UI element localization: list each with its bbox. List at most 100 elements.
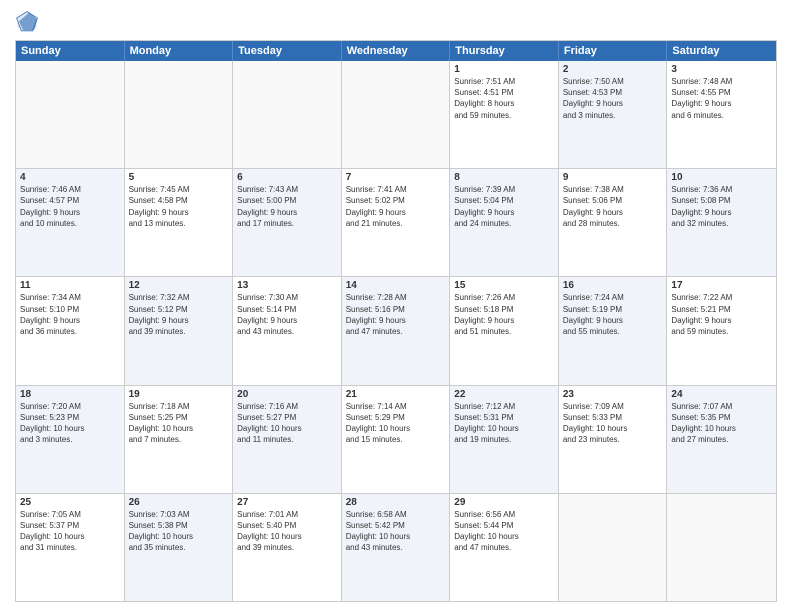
calendar-row: 11Sunrise: 7:34 AMSunset: 5:10 PMDayligh… — [16, 276, 776, 384]
calendar-row: 1Sunrise: 7:51 AMSunset: 4:51 PMDaylight… — [16, 61, 776, 168]
calendar-cell: 26Sunrise: 7:03 AMSunset: 5:38 PMDayligh… — [125, 494, 234, 601]
day-number: 28 — [346, 497, 446, 508]
page: SundayMondayTuesdayWednesdayThursdayFrid… — [0, 0, 792, 612]
calendar-cell — [342, 61, 451, 168]
day-number: 17 — [671, 280, 772, 291]
calendar-cell — [16, 61, 125, 168]
cell-details: Sunrise: 7:36 AMSunset: 5:08 PMDaylight:… — [671, 184, 772, 229]
cell-details: Sunrise: 7:28 AMSunset: 5:16 PMDaylight:… — [346, 292, 446, 337]
day-number: 5 — [129, 172, 229, 183]
day-number: 29 — [454, 497, 554, 508]
cell-details: Sunrise: 7:14 AMSunset: 5:29 PMDaylight:… — [346, 401, 446, 446]
calendar-cell: 10Sunrise: 7:36 AMSunset: 5:08 PMDayligh… — [667, 169, 776, 276]
calendar-row: 25Sunrise: 7:05 AMSunset: 5:37 PMDayligh… — [16, 493, 776, 601]
calendar-cell: 11Sunrise: 7:34 AMSunset: 5:10 PMDayligh… — [16, 277, 125, 384]
header-cell-monday: Monday — [125, 41, 234, 61]
cell-details: Sunrise: 7:05 AMSunset: 5:37 PMDaylight:… — [20, 509, 120, 554]
header-cell-wednesday: Wednesday — [342, 41, 451, 61]
calendar-cell: 23Sunrise: 7:09 AMSunset: 5:33 PMDayligh… — [559, 386, 668, 493]
calendar-cell: 29Sunrise: 6:56 AMSunset: 5:44 PMDayligh… — [450, 494, 559, 601]
header-cell-friday: Friday — [559, 41, 668, 61]
cell-details: Sunrise: 7:22 AMSunset: 5:21 PMDaylight:… — [671, 292, 772, 337]
day-number: 23 — [563, 389, 663, 400]
logo-icon — [15, 10, 39, 34]
calendar-cell: 1Sunrise: 7:51 AMSunset: 4:51 PMDaylight… — [450, 61, 559, 168]
cell-details: Sunrise: 7:01 AMSunset: 5:40 PMDaylight:… — [237, 509, 337, 554]
cell-details: Sunrise: 7:30 AMSunset: 5:14 PMDaylight:… — [237, 292, 337, 337]
day-number: 14 — [346, 280, 446, 291]
calendar-cell: 22Sunrise: 7:12 AMSunset: 5:31 PMDayligh… — [450, 386, 559, 493]
header-cell-sunday: Sunday — [16, 41, 125, 61]
calendar-header: SundayMondayTuesdayWednesdayThursdayFrid… — [16, 41, 776, 61]
calendar-cell: 18Sunrise: 7:20 AMSunset: 5:23 PMDayligh… — [16, 386, 125, 493]
day-number: 1 — [454, 64, 554, 75]
cell-details: Sunrise: 6:58 AMSunset: 5:42 PMDaylight:… — [346, 509, 446, 554]
day-number: 25 — [20, 497, 120, 508]
header — [15, 10, 777, 34]
cell-details: Sunrise: 7:09 AMSunset: 5:33 PMDaylight:… — [563, 401, 663, 446]
day-number: 7 — [346, 172, 446, 183]
day-number: 9 — [563, 172, 663, 183]
day-number: 24 — [671, 389, 772, 400]
calendar-cell: 21Sunrise: 7:14 AMSunset: 5:29 PMDayligh… — [342, 386, 451, 493]
day-number: 2 — [563, 64, 663, 75]
cell-details: Sunrise: 7:03 AMSunset: 5:38 PMDaylight:… — [129, 509, 229, 554]
calendar-body: 1Sunrise: 7:51 AMSunset: 4:51 PMDaylight… — [16, 61, 776, 601]
cell-details: Sunrise: 7:18 AMSunset: 5:25 PMDaylight:… — [129, 401, 229, 446]
cell-details: Sunrise: 7:16 AMSunset: 5:27 PMDaylight:… — [237, 401, 337, 446]
cell-details: Sunrise: 7:50 AMSunset: 4:53 PMDaylight:… — [563, 76, 663, 121]
cell-details: Sunrise: 7:07 AMSunset: 5:35 PMDaylight:… — [671, 401, 772, 446]
calendar-cell: 6Sunrise: 7:43 AMSunset: 5:00 PMDaylight… — [233, 169, 342, 276]
day-number: 11 — [20, 280, 120, 291]
cell-details: Sunrise: 7:26 AMSunset: 5:18 PMDaylight:… — [454, 292, 554, 337]
calendar-cell: 3Sunrise: 7:48 AMSunset: 4:55 PMDaylight… — [667, 61, 776, 168]
day-number: 16 — [563, 280, 663, 291]
cell-details: Sunrise: 7:34 AMSunset: 5:10 PMDaylight:… — [20, 292, 120, 337]
cell-details: Sunrise: 7:46 AMSunset: 4:57 PMDaylight:… — [20, 184, 120, 229]
cell-details: Sunrise: 7:51 AMSunset: 4:51 PMDaylight:… — [454, 76, 554, 121]
cell-details: Sunrise: 7:45 AMSunset: 4:58 PMDaylight:… — [129, 184, 229, 229]
calendar-cell: 24Sunrise: 7:07 AMSunset: 5:35 PMDayligh… — [667, 386, 776, 493]
calendar-cell: 16Sunrise: 7:24 AMSunset: 5:19 PMDayligh… — [559, 277, 668, 384]
calendar-cell: 15Sunrise: 7:26 AMSunset: 5:18 PMDayligh… — [450, 277, 559, 384]
cell-details: Sunrise: 6:56 AMSunset: 5:44 PMDaylight:… — [454, 509, 554, 554]
calendar-cell — [125, 61, 234, 168]
cell-details: Sunrise: 7:39 AMSunset: 5:04 PMDaylight:… — [454, 184, 554, 229]
calendar-cell: 13Sunrise: 7:30 AMSunset: 5:14 PMDayligh… — [233, 277, 342, 384]
cell-details: Sunrise: 7:48 AMSunset: 4:55 PMDaylight:… — [671, 76, 772, 121]
calendar-cell: 7Sunrise: 7:41 AMSunset: 5:02 PMDaylight… — [342, 169, 451, 276]
cell-details: Sunrise: 7:32 AMSunset: 5:12 PMDaylight:… — [129, 292, 229, 337]
day-number: 19 — [129, 389, 229, 400]
calendar-row: 18Sunrise: 7:20 AMSunset: 5:23 PMDayligh… — [16, 385, 776, 493]
calendar-cell: 17Sunrise: 7:22 AMSunset: 5:21 PMDayligh… — [667, 277, 776, 384]
calendar-cell: 28Sunrise: 6:58 AMSunset: 5:42 PMDayligh… — [342, 494, 451, 601]
calendar-cell: 27Sunrise: 7:01 AMSunset: 5:40 PMDayligh… — [233, 494, 342, 601]
day-number: 20 — [237, 389, 337, 400]
day-number: 21 — [346, 389, 446, 400]
calendar-cell: 9Sunrise: 7:38 AMSunset: 5:06 PMDaylight… — [559, 169, 668, 276]
calendar-row: 4Sunrise: 7:46 AMSunset: 4:57 PMDaylight… — [16, 168, 776, 276]
cell-details: Sunrise: 7:20 AMSunset: 5:23 PMDaylight:… — [20, 401, 120, 446]
cell-details: Sunrise: 7:38 AMSunset: 5:06 PMDaylight:… — [563, 184, 663, 229]
cell-details: Sunrise: 7:12 AMSunset: 5:31 PMDaylight:… — [454, 401, 554, 446]
calendar-cell: 19Sunrise: 7:18 AMSunset: 5:25 PMDayligh… — [125, 386, 234, 493]
day-number: 27 — [237, 497, 337, 508]
day-number: 22 — [454, 389, 554, 400]
calendar-cell — [667, 494, 776, 601]
day-number: 13 — [237, 280, 337, 291]
calendar-cell — [559, 494, 668, 601]
calendar-cell: 25Sunrise: 7:05 AMSunset: 5:37 PMDayligh… — [16, 494, 125, 601]
calendar-cell: 20Sunrise: 7:16 AMSunset: 5:27 PMDayligh… — [233, 386, 342, 493]
day-number: 15 — [454, 280, 554, 291]
calendar-cell: 8Sunrise: 7:39 AMSunset: 5:04 PMDaylight… — [450, 169, 559, 276]
header-cell-thursday: Thursday — [450, 41, 559, 61]
day-number: 18 — [20, 389, 120, 400]
day-number: 8 — [454, 172, 554, 183]
day-number: 4 — [20, 172, 120, 183]
calendar-cell: 2Sunrise: 7:50 AMSunset: 4:53 PMDaylight… — [559, 61, 668, 168]
calendar-cell: 4Sunrise: 7:46 AMSunset: 4:57 PMDaylight… — [16, 169, 125, 276]
day-number: 6 — [237, 172, 337, 183]
calendar: SundayMondayTuesdayWednesdayThursdayFrid… — [15, 40, 777, 602]
calendar-cell: 14Sunrise: 7:28 AMSunset: 5:16 PMDayligh… — [342, 277, 451, 384]
day-number: 10 — [671, 172, 772, 183]
